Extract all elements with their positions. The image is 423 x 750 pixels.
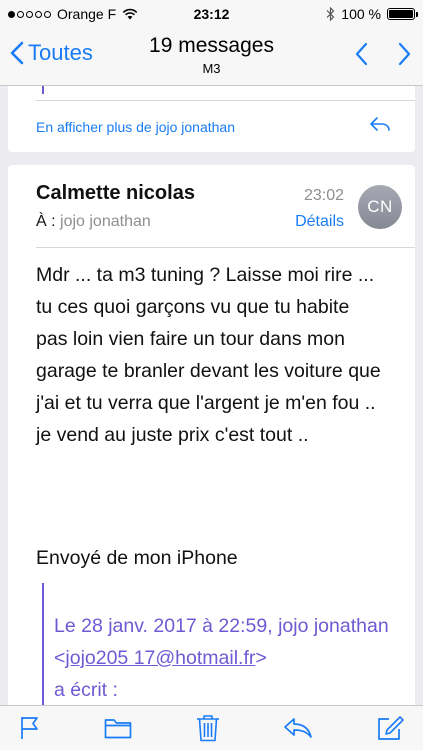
signal-strength-icon	[8, 10, 51, 18]
compose-icon	[378, 716, 404, 740]
reply-icon	[284, 718, 313, 738]
message-navigation	[355, 42, 411, 66]
status-right: 100 %	[326, 6, 418, 22]
quote-bar	[42, 583, 44, 705]
sender-name: Calmette nicolas	[36, 182, 195, 204]
message-signature: Envoyé de mon iPhone	[36, 547, 238, 569]
bluetooth-icon	[326, 7, 335, 21]
recipient-name[interactable]: jojo jonathan	[60, 213, 151, 230]
bottom-toolbar	[0, 705, 423, 750]
battery-percent: 100 %	[341, 6, 381, 22]
carrier-name: Orange F	[57, 6, 117, 22]
previous-message-card: En afficher plus de jojo jonathan	[8, 86, 415, 152]
flag-icon	[21, 717, 38, 739]
to-label: À :	[36, 213, 56, 230]
next-message-button[interactable]	[397, 42, 411, 66]
previous-message-button[interactable]	[355, 42, 369, 66]
wifi-icon	[122, 8, 138, 20]
quote-end: a écrit :	[54, 679, 118, 701]
move-folder-button[interactable]	[104, 717, 132, 739]
flag-button[interactable]	[20, 716, 40, 740]
message-body: Mdr ... ta m3 tuning ? Laisse moi rire .…	[36, 264, 381, 446]
message-card: Calmette nicolas À : jojo jonathan 23:02…	[8, 165, 415, 705]
reply-icon[interactable]	[369, 116, 391, 132]
quote-email-link[interactable]: jojo205 17@hotmail.fr	[65, 647, 255, 669]
divider	[36, 100, 415, 101]
folder-icon	[104, 719, 132, 739]
reply-button[interactable]	[283, 717, 313, 739]
details-button[interactable]: Détails	[295, 213, 344, 231]
quote-suffix: >	[255, 647, 267, 669]
trash-icon	[196, 715, 219, 742]
compose-button[interactable]	[377, 715, 405, 741]
status-left: Orange F	[8, 6, 138, 22]
delete-button[interactable]	[196, 714, 220, 742]
divider	[36, 247, 415, 248]
recipient-line: À : jojo jonathan	[36, 213, 151, 231]
quoted-header: Le 28 janv. 2017 à 22:59, jojo jonathan …	[54, 610, 399, 705]
quote-bar	[42, 86, 44, 94]
status-bar: Orange F 23:12 100 %	[0, 0, 423, 28]
navigation-bar: Toutes 19 messages M3	[0, 28, 423, 86]
avatar[interactable]: CN	[358, 185, 402, 229]
battery-icon	[387, 8, 418, 20]
show-more-link[interactable]: En afficher plus de jojo jonathan	[36, 119, 235, 135]
message-time: 23:02	[303, 187, 344, 204]
